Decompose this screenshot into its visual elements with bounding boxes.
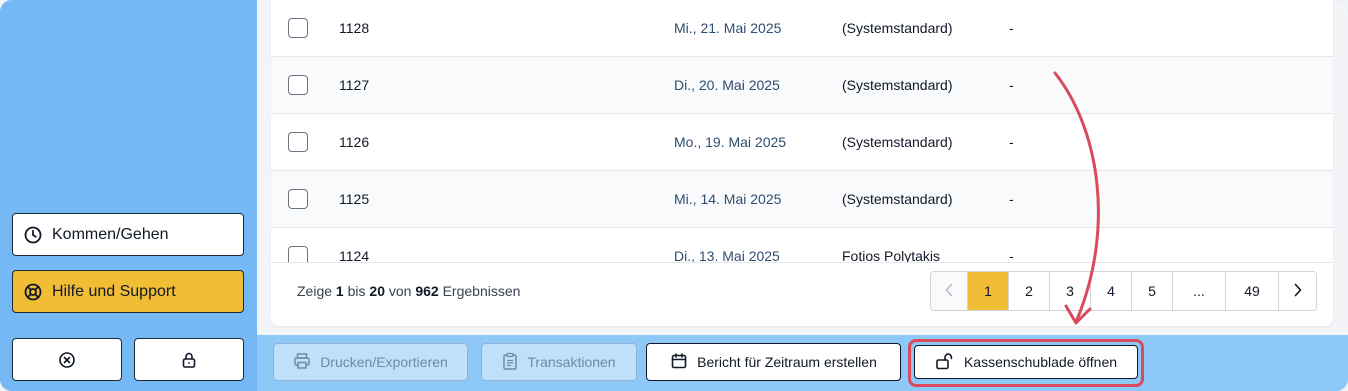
- row-id: 1127: [339, 77, 370, 93]
- row-user: Fotios Polytakis: [842, 248, 941, 262]
- calendar-icon: [670, 352, 688, 373]
- open-cash-drawer-label: Kassenschublade öffnen: [963, 354, 1118, 370]
- report-period-label: Bericht für Zeitraum erstellen: [697, 354, 877, 370]
- table-footer: Zeige 1 bis 20 von 962 Ergebnissen 1 2 3…: [271, 262, 1333, 326]
- sidebar: Kommen/Gehen Hilfe und Support: [0, 0, 257, 391]
- page-button-1[interactable]: 1: [968, 272, 1009, 310]
- row-checkbox[interactable]: [288, 189, 308, 209]
- row-checkbox[interactable]: [288, 246, 308, 262]
- hilfe-support-label: Hilfe und Support: [52, 282, 176, 300]
- row-user: (Systemstandard): [842, 77, 953, 93]
- transactions-label: Transaktionen: [527, 354, 616, 370]
- page-button-2[interactable]: 2: [1009, 272, 1050, 310]
- lifebuoy-icon: [24, 283, 42, 301]
- pagination: 1 2 3 4 5 ... 49: [930, 271, 1317, 311]
- row-date: Di., 20. Mai 2025: [674, 77, 780, 93]
- row-checkbox[interactable]: [288, 18, 308, 38]
- row-id: 1128: [339, 20, 370, 36]
- bottom-toolbar: Drucken/Exportieren Transaktionen Berich…: [257, 335, 1348, 391]
- row-user: (Systemstandard): [842, 134, 953, 150]
- transactions-button[interactable]: Transaktionen: [481, 343, 637, 381]
- page-button-4[interactable]: 4: [1091, 272, 1132, 310]
- row-date: Mi., 14. Mai 2025: [674, 191, 782, 207]
- row-date: Mi., 21. Mai 2025: [674, 20, 782, 36]
- print-export-label: Drucken/Exportieren: [320, 354, 448, 370]
- row-id: 1126: [339, 134, 370, 150]
- row-id: 1124: [339, 248, 370, 262]
- table-row[interactable]: 1124 Di., 13. Mai 2025 Fotios Polytakis …: [271, 228, 1333, 262]
- row-note: -: [1009, 20, 1014, 36]
- main-area: 1128 Mi., 21. Mai 2025 (Systemstandard) …: [257, 0, 1348, 391]
- lock-icon: [180, 351, 198, 369]
- lock-screen-button[interactable]: [134, 338, 244, 381]
- row-note: -: [1009, 191, 1014, 207]
- results-mid2: von: [388, 283, 412, 299]
- page-button-49[interactable]: 49: [1226, 272, 1279, 310]
- next-page-button[interactable]: [1279, 272, 1316, 310]
- table-body: 1128 Mi., 21. Mai 2025 (Systemstandard) …: [271, 0, 1333, 262]
- kommen-gehen-button[interactable]: Kommen/Gehen: [12, 213, 244, 256]
- row-user: (Systemstandard): [842, 191, 953, 207]
- results-prefix: Zeige: [297, 283, 333, 299]
- table-row[interactable]: 1125 Mi., 14. Mai 2025 (Systemstandard) …: [271, 171, 1333, 228]
- open-cash-drawer-button[interactable]: Kassenschublade öffnen: [914, 345, 1138, 379]
- row-note: -: [1009, 134, 1014, 150]
- row-date: Di., 13. Mai 2025: [674, 248, 780, 262]
- report-period-button[interactable]: Bericht für Zeitraum erstellen: [646, 343, 901, 381]
- row-note: -: [1009, 248, 1014, 262]
- row-user: (Systemstandard): [842, 20, 953, 36]
- clipboard-icon: [502, 352, 518, 373]
- row-checkbox[interactable]: [288, 75, 308, 95]
- row-date: Mo., 19. Mai 2025: [674, 134, 787, 150]
- table-row[interactable]: 1127 Di., 20. Mai 2025 (Systemstandard) …: [271, 57, 1333, 114]
- page-ellipsis: ...: [1173, 272, 1226, 310]
- prev-page-button[interactable]: [931, 272, 968, 310]
- close-session-button[interactable]: [12, 338, 122, 381]
- page-button-3[interactable]: 3: [1050, 272, 1091, 310]
- table-row[interactable]: 1126 Mo., 19. Mai 2025 (Systemstandard) …: [271, 114, 1333, 171]
- row-note: -: [1009, 77, 1014, 93]
- results-to: 20: [369, 283, 385, 299]
- results-mid1: bis: [347, 283, 366, 299]
- results-summary: Zeige 1 bis 20 von 962 Ergebnissen: [297, 283, 520, 299]
- clock-icon: [24, 226, 42, 244]
- results-suffix: Ergebnissen: [442, 283, 521, 299]
- page-button-5[interactable]: 5: [1132, 272, 1173, 310]
- results-total: 962: [415, 283, 439, 299]
- table-row[interactable]: 1128 Mi., 21. Mai 2025 (Systemstandard) …: [271, 0, 1333, 57]
- printer-icon: [293, 352, 311, 373]
- close-circle-icon: [58, 351, 76, 369]
- unlock-icon: [935, 352, 955, 373]
- app-frame: Kommen/Gehen Hilfe und Support 1128 Mi.,…: [0, 0, 1348, 391]
- chevron-left-icon: [944, 283, 954, 300]
- row-checkbox[interactable]: [288, 132, 308, 152]
- chevron-right-icon: [1293, 283, 1303, 300]
- row-id: 1125: [339, 191, 370, 207]
- results-from: 1: [335, 283, 344, 299]
- transactions-table-card: 1128 Mi., 21. Mai 2025 (Systemstandard) …: [271, 0, 1333, 326]
- kommen-gehen-label: Kommen/Gehen: [52, 225, 169, 243]
- print-export-button[interactable]: Drucken/Exportieren: [273, 343, 468, 381]
- hilfe-support-button[interactable]: Hilfe und Support: [12, 270, 244, 313]
